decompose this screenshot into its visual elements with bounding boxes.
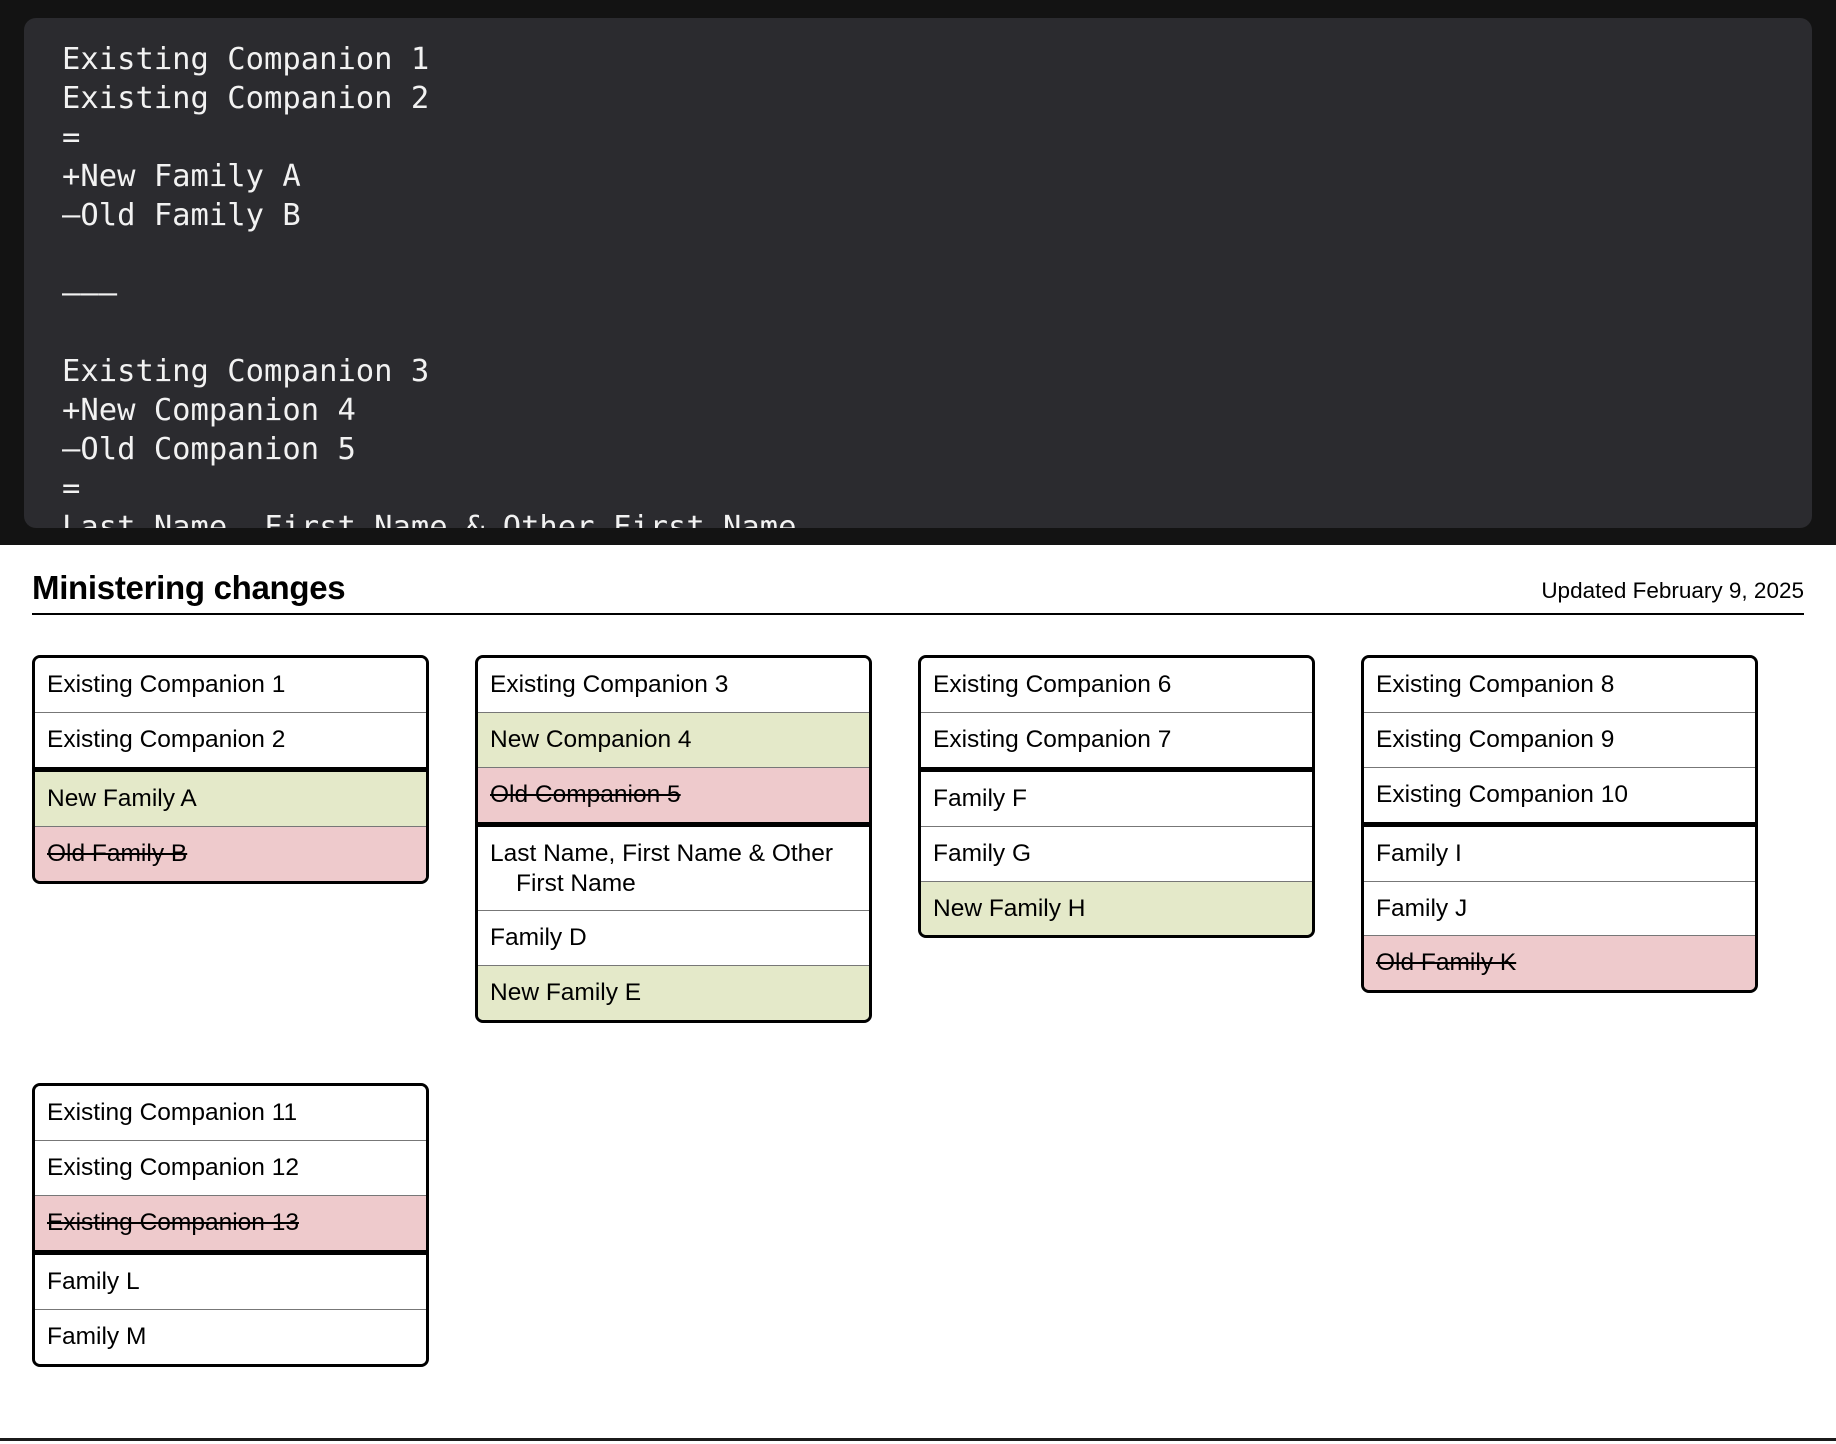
card-row[interactable]: Family L bbox=[35, 1249, 426, 1309]
card-row-label: Existing Companion 12 bbox=[47, 1154, 299, 1181]
card-row-label: Existing Companion 11 bbox=[47, 1099, 298, 1127]
card-row-label: Family G bbox=[933, 839, 1031, 867]
card-row[interactable]: Existing Companion 11 bbox=[35, 1086, 426, 1140]
card-row[interactable]: Existing Companion 6 bbox=[921, 658, 1312, 712]
card-row-label: Family F bbox=[933, 784, 1027, 812]
card-row-label: Old Family K bbox=[1376, 949, 1517, 977]
card-row[interactable]: Existing Companion 12 bbox=[35, 1140, 426, 1195]
card-row-label: Old Companion 5 bbox=[490, 780, 681, 808]
companionship-card[interactable]: Existing Companion 11 Existing Companion … bbox=[32, 1083, 429, 1367]
card-row-removed[interactable]: Old Companion 5 bbox=[478, 766, 869, 822]
card-row-label: Existing Companion 10 bbox=[1376, 780, 1628, 808]
card-row[interactable]: Family F bbox=[921, 766, 1312, 826]
card-row-removed[interactable]: Old Family B bbox=[35, 825, 426, 881]
card-slot: Existing Companion 8 Existing Companion 9… bbox=[1361, 655, 1804, 994]
card-row-label: New Family A bbox=[47, 784, 197, 812]
card-row-label: Existing Companion 13 bbox=[47, 1208, 299, 1236]
code-editor-surface[interactable]: Existing Companion 1 Existing Companion … bbox=[24, 18, 1812, 528]
card-row[interactable]: Existing Companion 2 bbox=[35, 711, 426, 767]
card-row[interactable]: Existing Companion 3 bbox=[478, 658, 869, 712]
card-row-label: Family D bbox=[490, 924, 587, 952]
card-row-label: New Family E bbox=[490, 979, 642, 1007]
card-row-label: Family L bbox=[47, 1267, 140, 1295]
card-row-label: Existing Companion 9 bbox=[1376, 725, 1615, 753]
document-header: Ministering changes Updated February 9, … bbox=[32, 569, 1804, 616]
companionship-card[interactable]: Existing Companion 1 Existing Companion 2… bbox=[32, 655, 429, 884]
card-row[interactable]: Family M bbox=[35, 1308, 426, 1364]
code-preview-panel: Existing Companion 1 Existing Companion … bbox=[0, 0, 1836, 545]
card-slot: Existing Companion 11 Existing Companion … bbox=[32, 1083, 475, 1367]
companionship-card[interactable]: Existing Companion 6 Existing Companion 7… bbox=[918, 655, 1315, 939]
card-row-label: Existing Companion 1 bbox=[47, 671, 286, 698]
card-row-added[interactable]: New Family E bbox=[478, 965, 869, 1021]
card-row-label: Existing Companion 7 bbox=[933, 725, 1172, 753]
card-row-label: Existing Companion 8 bbox=[1376, 671, 1615, 698]
page-bottom-rule bbox=[0, 1438, 1836, 1441]
companionship-card-grid: Existing Companion 1 Existing Companion 2… bbox=[32, 655, 1804, 1427]
card-row[interactable]: Existing Companion 1 bbox=[35, 658, 426, 712]
card-row-label: Existing Companion 2 bbox=[47, 725, 286, 753]
card-slot: Existing Companion 3 New Companion 4 Old C… bbox=[475, 655, 918, 1024]
card-row-added[interactable]: New Family A bbox=[35, 766, 426, 826]
card-row-label: Existing Companion 3 bbox=[490, 671, 729, 698]
card-row-label: Family M bbox=[47, 1322, 147, 1350]
card-slot: Existing Companion 1 Existing Companion 2… bbox=[32, 655, 475, 884]
card-row-label: Existing Companion 6 bbox=[933, 671, 1172, 698]
card-row-label: Last Name, First Name & Other First Name bbox=[490, 839, 834, 897]
card-row-label: New Family H bbox=[933, 894, 1086, 922]
card-row[interactable]: Family D bbox=[478, 910, 869, 966]
code-block-text: Existing Companion 1 Existing Companion … bbox=[62, 42, 797, 528]
card-row-removed[interactable]: Existing Companion 13 bbox=[35, 1194, 426, 1250]
updated-date-label: Updated February 9, 2025 bbox=[1541, 577, 1804, 603]
companionship-card[interactable]: Existing Companion 3 New Companion 4 Old C… bbox=[475, 655, 872, 1024]
card-row[interactable]: Family I bbox=[1364, 821, 1755, 881]
companionship-card[interactable]: Existing Companion 8 Existing Companion 9… bbox=[1361, 655, 1758, 994]
card-row-added[interactable]: New Family H bbox=[921, 880, 1312, 936]
page-title: Ministering changes bbox=[32, 569, 346, 606]
card-slot: Existing Companion 6 Existing Companion 7… bbox=[918, 655, 1361, 939]
card-row[interactable]: Family G bbox=[921, 825, 1312, 881]
card-row[interactable]: Family J bbox=[1364, 880, 1755, 936]
card-row[interactable]: Existing Companion 10 bbox=[1364, 766, 1755, 822]
card-row[interactable]: Existing Companion 7 bbox=[921, 711, 1312, 767]
card-row-label: Family J bbox=[1376, 894, 1468, 922]
card-row-removed[interactable]: Old Family K bbox=[1364, 935, 1755, 991]
document-body: Ministering changes Updated February 9, … bbox=[0, 545, 1836, 1444]
card-row-label: Family I bbox=[1376, 839, 1462, 867]
card-row-label: Old Family B bbox=[47, 839, 188, 867]
card-row[interactable]: Existing Companion 9 bbox=[1364, 711, 1755, 767]
card-row-added[interactable]: New Companion 4 bbox=[478, 711, 869, 767]
card-row-label: New Companion 4 bbox=[490, 725, 692, 753]
card-row[interactable]: Last Name, First Name & Other First Name bbox=[478, 821, 869, 911]
card-row[interactable]: Existing Companion 8 bbox=[1364, 658, 1755, 712]
